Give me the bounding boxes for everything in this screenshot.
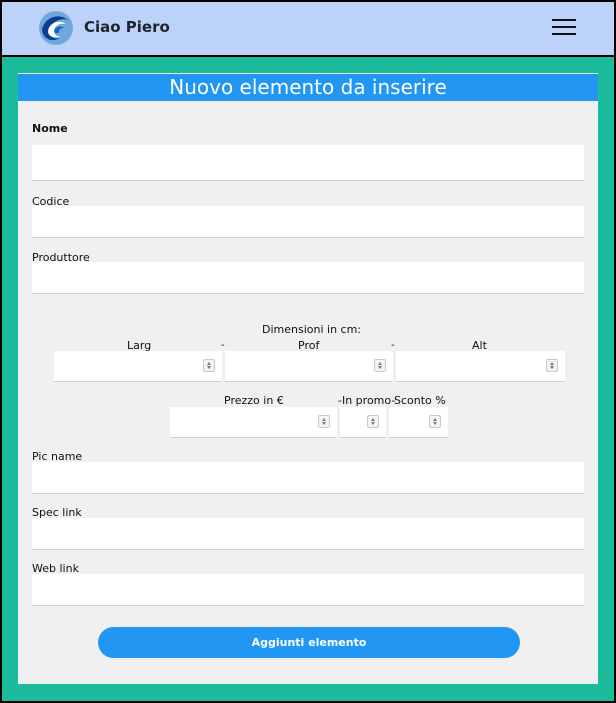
produttore-input[interactable]: [32, 262, 584, 294]
prezzo-label: Prezzo in €: [224, 394, 284, 407]
app-frame: Ciao Piero Nuovo elemento da inserire No…: [0, 0, 616, 703]
wave-logo-icon[interactable]: [38, 10, 74, 46]
alt-input[interactable]: [396, 351, 565, 382]
form-title: Nuovo elemento da inserire: [18, 74, 598, 101]
hamburger-line: [552, 33, 576, 35]
spinner-icon[interactable]: [367, 415, 379, 428]
hamburger-line: [552, 26, 576, 28]
nome-input[interactable]: [32, 145, 584, 181]
spinner-icon[interactable]: [318, 415, 330, 428]
promo-label: -In promo-: [338, 394, 396, 407]
spinner-icon[interactable]: [546, 359, 558, 372]
dimension-separator: -: [221, 340, 225, 351]
codice-input[interactable]: [32, 206, 584, 238]
add-element-button[interactable]: Aggiunti elemento: [98, 627, 520, 658]
prezzo-input[interactable]: [170, 407, 337, 438]
navbar: Ciao Piero: [2, 2, 614, 57]
spinner-icon[interactable]: [374, 359, 386, 372]
sconto-label: Sconto %: [394, 394, 446, 407]
spinner-icon[interactable]: [203, 359, 215, 372]
form-panel: Nuovo elemento da inserire Nome Codice P…: [18, 73, 598, 684]
prof-input[interactable]: [225, 351, 393, 382]
web-link-input[interactable]: [32, 574, 584, 606]
nome-label: Nome: [32, 122, 68, 135]
pic-name-input[interactable]: [32, 462, 584, 494]
spec-link-input[interactable]: [32, 518, 584, 550]
hamburger-line: [552, 19, 576, 21]
spinner-icon[interactable]: [429, 415, 441, 428]
hamburger-menu-icon[interactable]: [552, 18, 578, 38]
larg-input[interactable]: [54, 351, 222, 382]
sconto-input[interactable]: [389, 407, 448, 438]
dimensioni-label: Dimensioni in cm:: [262, 323, 362, 336]
brand-title[interactable]: Ciao Piero: [84, 18, 170, 36]
dimension-separator: -: [391, 340, 395, 351]
promo-input[interactable]: [340, 407, 386, 438]
